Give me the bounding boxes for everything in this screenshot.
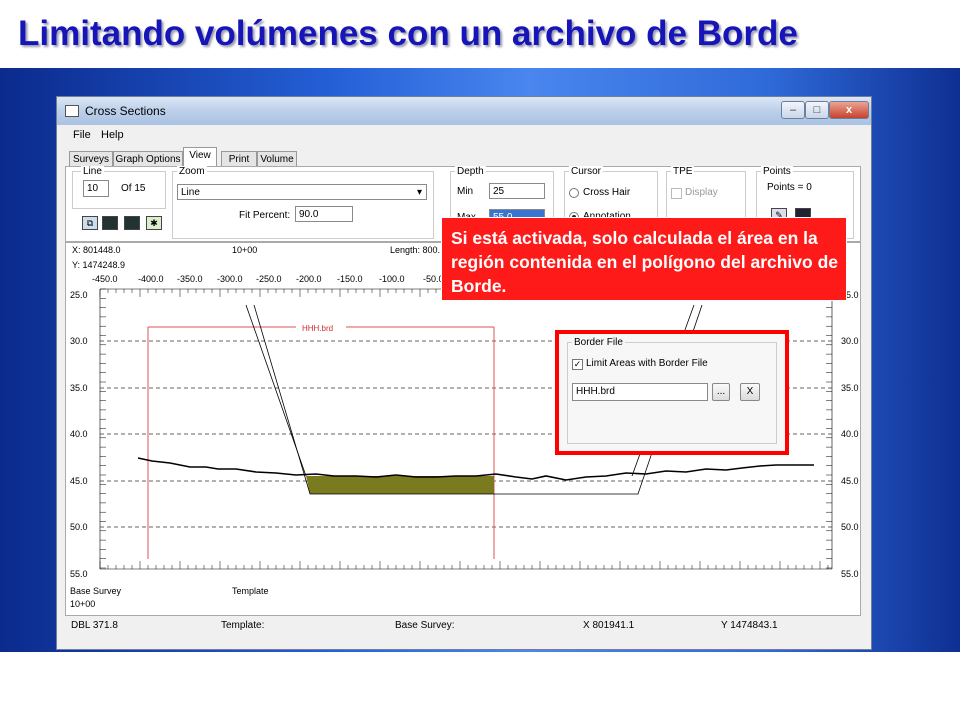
grid-icon[interactable] (102, 216, 118, 230)
x-tick-label: -450.0 (92, 274, 118, 284)
length-readout: Length: 800. (390, 245, 440, 255)
zoom-select[interactable]: Line ▾ (177, 184, 427, 200)
clear-border-button[interactable]: X (740, 383, 760, 401)
tpe-display-label: Display (685, 187, 718, 198)
tpe-display-checkbox[interactable] (671, 188, 682, 199)
y-tick-label: 45.0 (70, 476, 88, 486)
depth-min-input[interactable]: 25 (489, 183, 545, 199)
x-tick-label: -250.0 (256, 274, 282, 284)
base-survey-label: Base Survey (70, 586, 122, 596)
status-x: X 801941.1 (583, 620, 635, 631)
y-tick-label: 35.0 (70, 383, 88, 393)
ground-survey-line (137, 457, 814, 481)
zoom-label: Zoom (177, 166, 207, 177)
border-file-input[interactable]: HHH.brd (572, 383, 708, 401)
y-tick-label: 25.0 (70, 290, 88, 300)
limit-areas-label: Limit Areas with Border File (586, 358, 708, 369)
slide-title: Limitando volúmenes con un archivo de Bo… (18, 14, 798, 53)
border-file-group: Border File ✓ Limit Areas with Border Fi… (567, 337, 777, 444)
y-readout: Y: 1474248.9 (72, 260, 125, 270)
menu-bar: File Help (57, 127, 871, 145)
zoom-select-value: Line (181, 187, 200, 198)
y-tick-label-right: 50.0 (841, 522, 859, 532)
depth-label: Depth (455, 166, 486, 177)
x-tick-label: -100.0 (379, 274, 405, 284)
cross-hair-radio[interactable] (569, 188, 579, 198)
status-base-survey: Base Survey: (395, 620, 455, 631)
tab-print[interactable]: Print (221, 151, 257, 167)
y-tick-label: 55.0 (70, 569, 88, 579)
line-label: Line (81, 166, 104, 177)
x-tick-label: -200.0 (296, 274, 322, 284)
y-tick-label-right: 45.0 (841, 476, 859, 486)
x-tick-label: -350.0 (177, 274, 203, 284)
line-group: Line 10 Of 15 (72, 166, 166, 209)
depth-min-label: Min (457, 186, 474, 197)
cursor-label: Cursor (569, 166, 604, 177)
y-tick-label: 40.0 (70, 429, 88, 439)
y-tick-label-right: 40.0 (841, 429, 859, 439)
x-tick-labels: -450.0 -400.0 -350.0 -300.0 -250.0 -200.… (92, 274, 444, 284)
zoom-group: Zoom Line ▾ Fit Percent: 90.0 (172, 166, 434, 239)
tab-view[interactable]: View (183, 147, 217, 167)
close-button[interactable]: x (829, 101, 869, 119)
callout-text: Si está activada, solo calculada el área… (451, 228, 838, 296)
status-y: Y 1474843.1 (721, 620, 778, 631)
x-tick-label: -150.0 (337, 274, 363, 284)
station-readout: 10+00 (232, 245, 257, 255)
tpe-label: TPE (671, 166, 695, 177)
menu-file[interactable]: File (73, 129, 91, 141)
limit-areas-checkbox[interactable]: ✓ (572, 359, 583, 370)
info-callout: Si está activada, solo calculada el área… (441, 217, 847, 301)
copy-icon[interactable]: ⧉ (82, 216, 98, 230)
status-dbl: DBL 371.8 (71, 620, 118, 631)
line-of-count: Of 15 (121, 183, 146, 194)
y-tick-label: 50.0 (70, 522, 88, 532)
maximize-button[interactable]: □ (805, 101, 829, 119)
tab-surveys[interactable]: Surveys (69, 151, 113, 167)
y-tick-label-right: 55.0 (841, 569, 859, 579)
window-app-icon (65, 105, 79, 117)
points-count: Points = 0 (767, 182, 812, 193)
minimize-button[interactable]: – (781, 101, 805, 119)
points-label: Points (761, 166, 793, 177)
fit-percent-input[interactable]: 90.0 (295, 206, 353, 222)
tab-graph-options[interactable]: Graph Options (113, 151, 183, 167)
grid-alt-icon[interactable] (124, 216, 140, 230)
y-tick-label-right: 35.0 (841, 383, 859, 393)
x-tick-label: -300.0 (217, 274, 243, 284)
border-file-label: HHH.brd (302, 324, 333, 333)
line-spinner[interactable]: 10 (83, 180, 109, 197)
y-tick-label-right: 30.0 (841, 336, 859, 346)
template-label: Template (232, 586, 269, 596)
chevron-down-icon: ▾ (416, 187, 422, 198)
window-titlebar[interactable]: Cross Sections – □ x (57, 97, 871, 125)
y-tick-label: 30.0 (70, 336, 88, 346)
browse-button[interactable]: ... (712, 383, 730, 401)
x-tick-label: -400.0 (138, 274, 164, 284)
x-readout: X: 801448.0 (72, 245, 121, 255)
cross-hair-label: Cross Hair (583, 187, 631, 198)
export-icon[interactable]: ✱ (146, 216, 162, 230)
border-file-highlight: Border File ✓ Limit Areas with Border Fi… (555, 330, 789, 455)
window-title: Cross Sections (85, 104, 166, 118)
fit-percent-label: Fit Percent: (239, 210, 291, 221)
base-survey-station: 10+00 (70, 599, 95, 609)
volume-fill-area (306, 476, 494, 494)
border-file-group-label: Border File (572, 337, 625, 348)
border-boundary (147, 326, 495, 559)
menu-help[interactable]: Help (101, 129, 124, 141)
status-template: Template: (221, 620, 265, 631)
status-bar: DBL 371.8 Template: Base Survey: X 80194… (65, 616, 861, 634)
tab-volume[interactable]: Volume (257, 151, 297, 167)
